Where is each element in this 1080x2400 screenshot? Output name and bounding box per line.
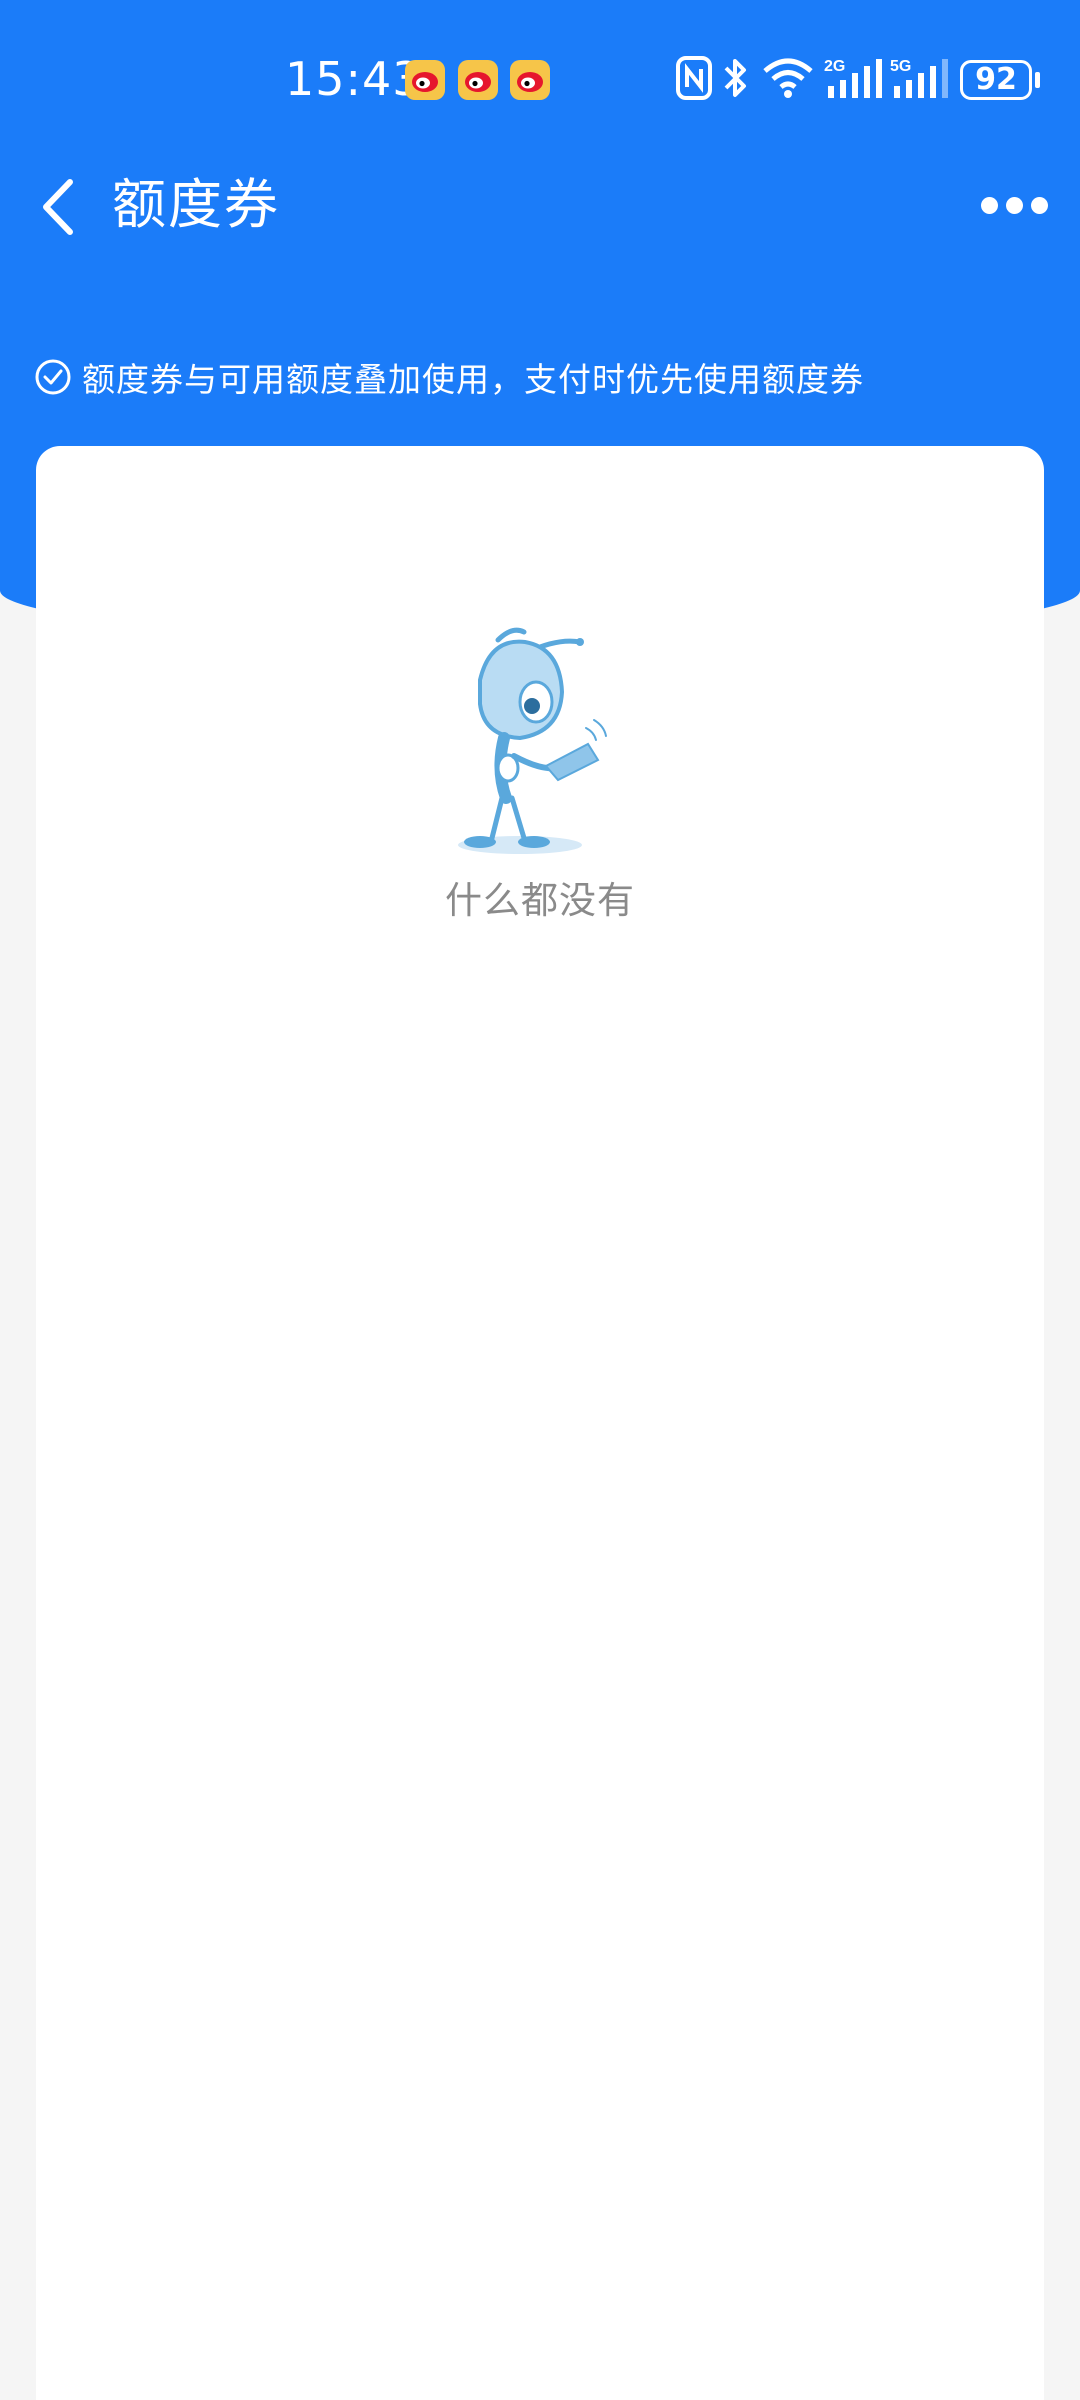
tip-banner: 额度券与可用额度叠加使用，支付时优先使用额度券 — [34, 352, 864, 402]
signal-5g-icon: 5G — [890, 56, 948, 100]
weibo-icon — [405, 60, 445, 100]
network-5g-label: 5G — [890, 58, 911, 75]
page-title: 额度券 — [112, 173, 280, 236]
check-circle-icon — [35, 359, 71, 395]
network-2g-label: 2G — [824, 58, 845, 75]
chevron-left-icon — [43, 179, 73, 235]
battery-cap — [1035, 72, 1040, 88]
empty-state-text: 什么都没有 — [445, 879, 635, 922]
ant-mascot-illustration — [458, 627, 607, 854]
signal-2g-icon: 2G — [824, 56, 882, 100]
tip-text: 额度券与可用额度叠加使用，支付时优先使用额度券 — [82, 360, 864, 399]
more-dots-icon — [1006, 197, 1023, 214]
page: 15:43 2G 5G 92 额度券 额度券与可用额度叠加使用，支付时优先使用额… — [0, 0, 1080, 2400]
nfc-icon — [676, 56, 712, 100]
back-button[interactable] — [28, 170, 98, 240]
weibo-icon — [458, 60, 498, 100]
more-dots-icon — [1031, 197, 1048, 214]
more-button[interactable] — [975, 185, 1048, 225]
weibo-icon — [510, 60, 550, 100]
more-dots-icon — [981, 197, 998, 214]
battery-level: 92 — [960, 60, 1032, 100]
bluetooth-icon — [722, 56, 750, 100]
wifi-icon — [762, 56, 814, 100]
status-time: 15:43 — [285, 52, 423, 106]
status-bar: 15:43 2G 5G 92 — [0, 0, 1080, 160]
